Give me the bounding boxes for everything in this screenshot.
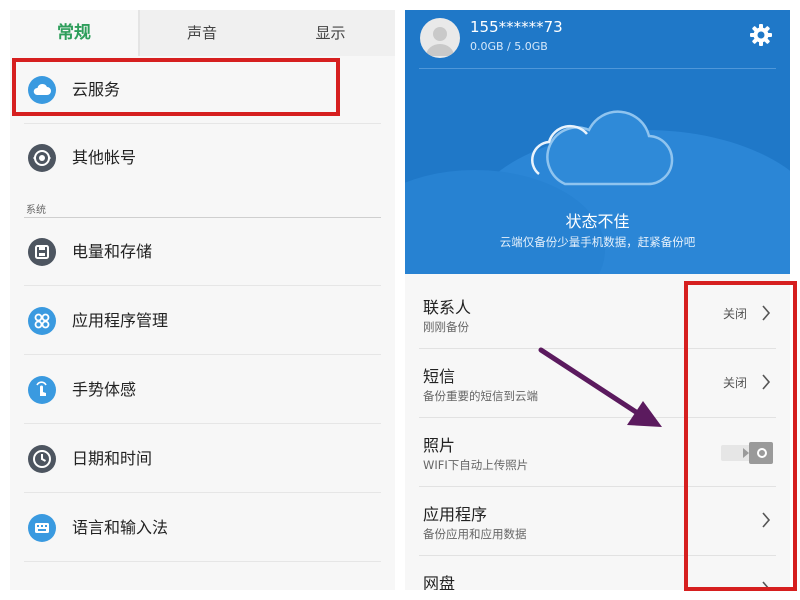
- cloud-status-icon: [527, 88, 677, 202]
- divider: [24, 423, 381, 424]
- row-title: 应用程序: [423, 505, 488, 524]
- tab-sound[interactable]: 声音: [138, 10, 266, 56]
- cloud-status-header: 155******73 0.0GB / 5.0GB 状态不佳 云端仅备份少量手机…: [405, 10, 790, 274]
- annotation-highlight-cloud-service: [12, 58, 340, 116]
- menu-item-label: 手势体感: [72, 380, 137, 399]
- menu-item-other-accounts[interactable]: 其他帐号: [10, 124, 395, 192]
- menu-item-label: 电量和存储: [72, 242, 153, 261]
- row-subtitle: WIFI下自动上传照片: [423, 458, 529, 472]
- storage-icon: [28, 238, 56, 266]
- menu-item-date-time[interactable]: 日期和时间: [10, 425, 395, 493]
- row-title: 照片: [423, 436, 456, 455]
- apps-icon: [28, 307, 56, 335]
- divider: [24, 492, 381, 493]
- storage-quota: 0.0GB / 5.0GB: [470, 40, 548, 53]
- row-subtitle: 备份应用和应用数据: [423, 527, 527, 541]
- menu-item-label: 其他帐号: [72, 148, 137, 167]
- divider: [24, 354, 381, 355]
- tab-display[interactable]: 显示: [266, 10, 395, 56]
- row-title: 联系人: [423, 298, 472, 317]
- gesture-icon: [28, 376, 56, 404]
- cloud-status-subtitle: 云端仅备份少量手机数据，赶紧备份吧: [499, 235, 696, 249]
- account-number: 155******73: [470, 18, 563, 36]
- divider: [24, 285, 381, 286]
- menu-item-label: 应用程序管理: [72, 311, 169, 330]
- gear-icon[interactable]: [749, 23, 773, 47]
- section-title-system: 系统: [26, 205, 46, 216]
- row-subtitle: 备份重要的短信到云端: [423, 389, 538, 403]
- menu-item-label: 日期和时间: [72, 449, 153, 468]
- clock-icon: [28, 445, 56, 473]
- avatar[interactable]: [420, 18, 460, 58]
- tab-general[interactable]: 常规: [10, 10, 138, 56]
- keyboard-icon: [28, 514, 56, 542]
- menu-item-language-input[interactable]: 语言和输入法: [10, 494, 395, 562]
- account-sync-icon: [28, 144, 56, 172]
- annotation-highlight-backup-controls: [684, 281, 797, 591]
- header-divider: [419, 68, 776, 69]
- menu-item-gesture[interactable]: 手势体感: [10, 356, 395, 424]
- menu-item-label: 语言和输入法: [72, 518, 169, 537]
- divider: [24, 561, 381, 562]
- row-subtitle: 刚刚备份: [423, 320, 469, 334]
- row-title: 短信: [423, 367, 456, 386]
- menu-item-battery-storage[interactable]: 电量和存储: [10, 218, 395, 286]
- settings-tabs: 常规 声音 显示: [10, 10, 395, 56]
- row-title: 网盘: [423, 574, 456, 590]
- menu-item-app-management[interactable]: 应用程序管理: [10, 287, 395, 355]
- cloud-status-title: 状态不佳: [565, 212, 630, 231]
